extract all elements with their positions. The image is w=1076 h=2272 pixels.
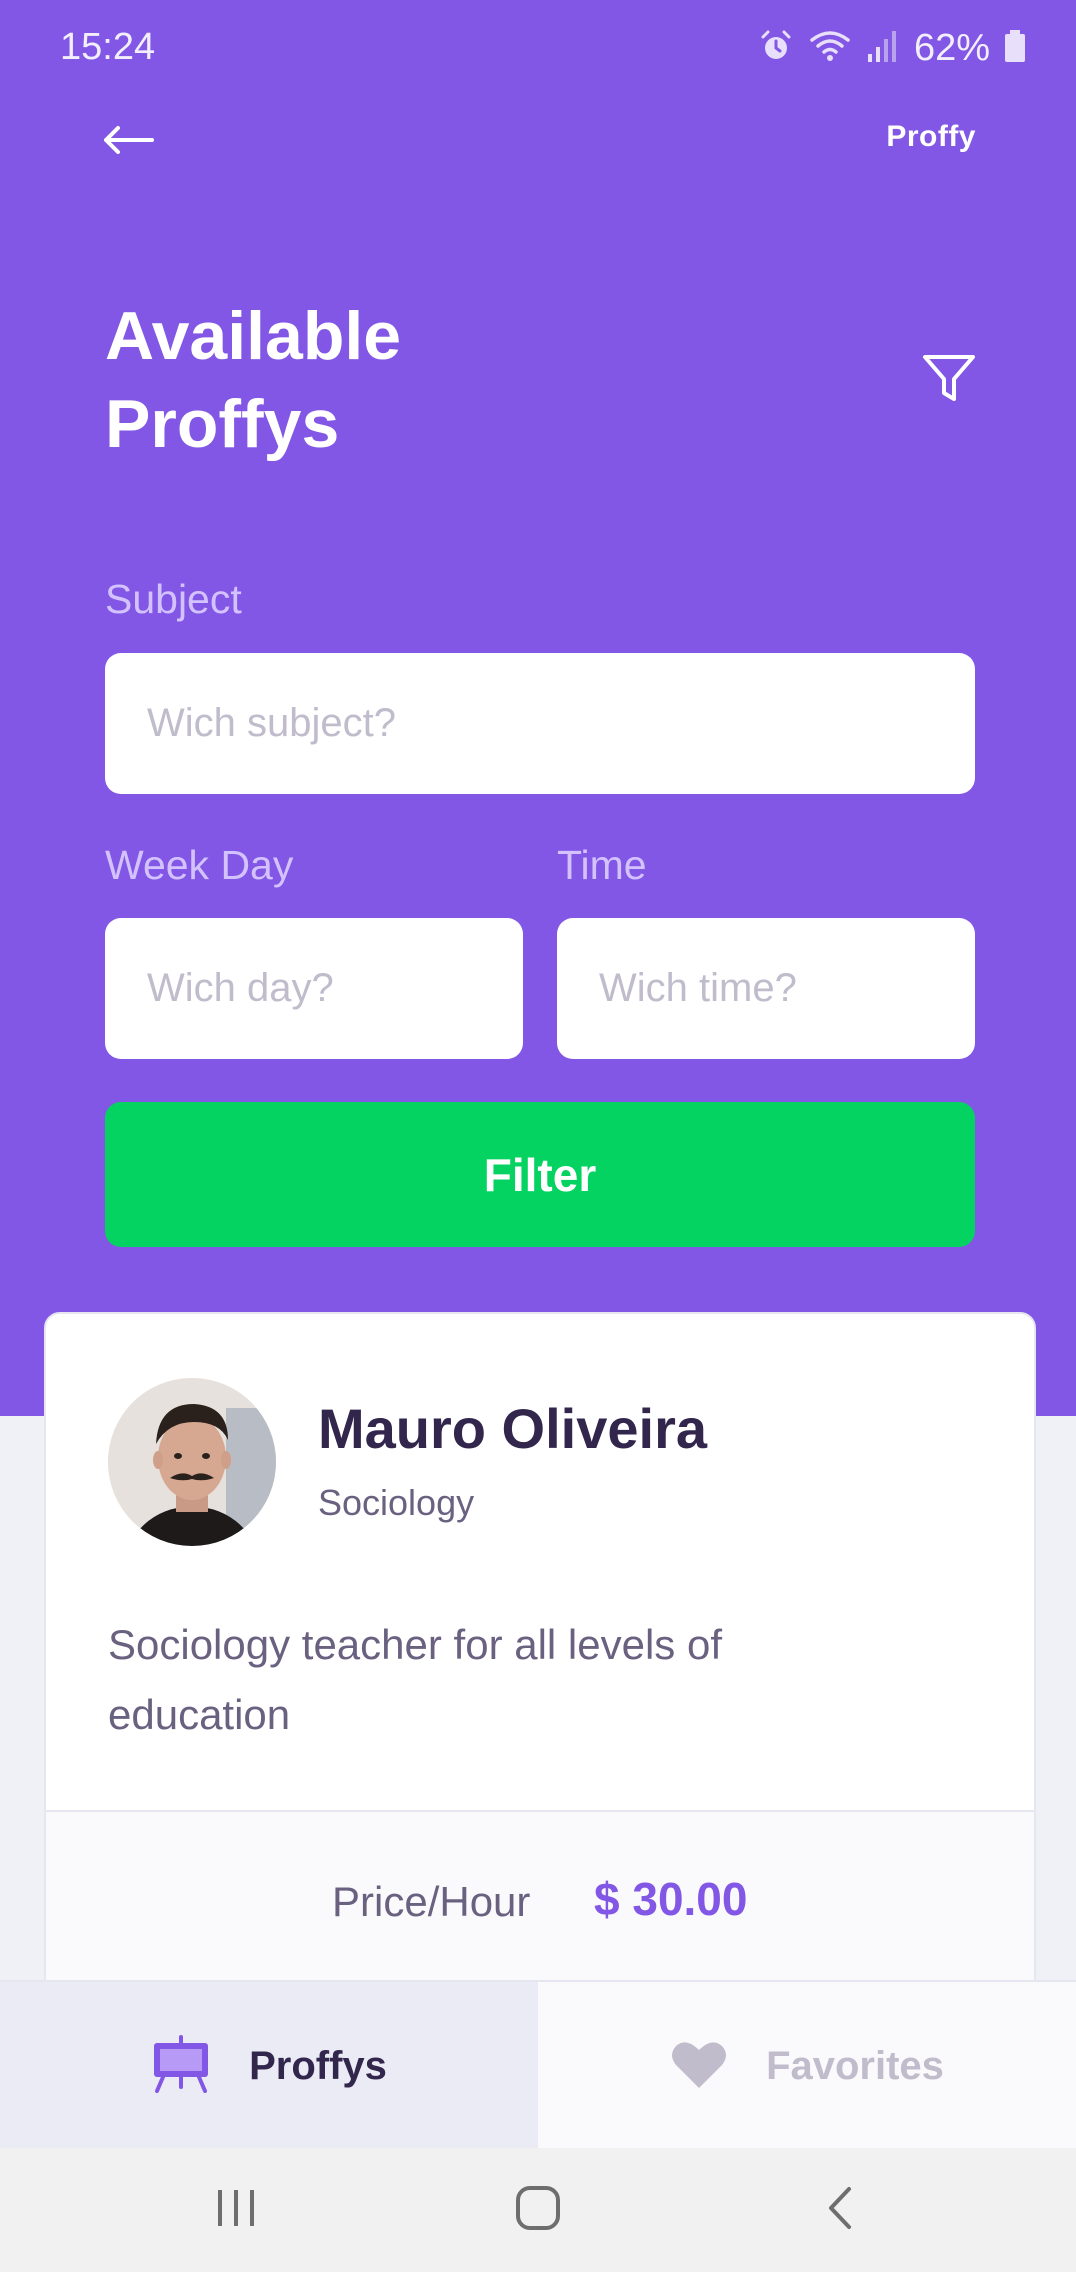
time-input[interactable] (557, 918, 975, 1059)
system-back-button[interactable] (800, 2170, 880, 2250)
heart-icon (670, 2038, 728, 2095)
teacher-card: Mauro Oliveira Sociology Sociology teach… (44, 1312, 1036, 2012)
recent-apps-icon (214, 2188, 258, 2233)
price-label: Price/Hour (332, 1878, 531, 1925)
alarm-icon (758, 28, 794, 69)
home-icon (515, 2185, 561, 2236)
page-title-line1: Available (105, 298, 402, 374)
wifi-icon (808, 28, 852, 69)
easel-icon (151, 2034, 211, 2098)
filter-toggle-button[interactable] (914, 346, 984, 416)
tab-favorites-label: Favorites (766, 2043, 944, 2088)
recent-apps-button[interactable] (196, 2170, 276, 2250)
week-day-label: Week Day (105, 842, 294, 888)
bottom-tab-bar: Proffys Favorites (0, 1980, 1076, 2150)
teacher-subject: Sociology (318, 1482, 475, 1523)
price-value: $ 30.00 (594, 1873, 748, 1925)
tab-proffys-label: Proffys (249, 2043, 387, 2088)
subject-label: Subject (105, 576, 242, 622)
status-time: 15:24 (60, 26, 156, 68)
brand-logo: Proffy (886, 120, 976, 153)
home-button[interactable] (498, 2170, 578, 2250)
filter-button[interactable]: Filter (105, 1102, 975, 1247)
time-label: Time (557, 842, 647, 888)
tab-proffys[interactable]: Proffys (0, 1982, 538, 2150)
teacher-name: Mauro Oliveira (318, 1397, 708, 1460)
page-title-line2: Proffys (105, 386, 340, 462)
subject-input[interactable] (105, 653, 975, 794)
week-day-input[interactable] (105, 918, 523, 1059)
back-button[interactable] (96, 110, 160, 174)
filter-funnel-icon (921, 353, 977, 410)
arrow-left-icon (102, 124, 154, 161)
teacher-bio: Sociology teacher for all levels of educ… (108, 1621, 722, 1738)
battery-icon (1004, 28, 1026, 69)
status-bar: 15:24 62% (0, 0, 1076, 96)
page-title: Available Proffys (105, 292, 605, 468)
avatar (108, 1378, 276, 1546)
tab-favorites[interactable]: Favorites (538, 1982, 1076, 2150)
battery-percent: 62% (913, 26, 990, 69)
signal-icon (866, 28, 900, 69)
system-nav-bar (0, 2148, 1076, 2272)
back-icon (825, 2186, 855, 2235)
status-icons: 62% (758, 24, 1026, 72)
